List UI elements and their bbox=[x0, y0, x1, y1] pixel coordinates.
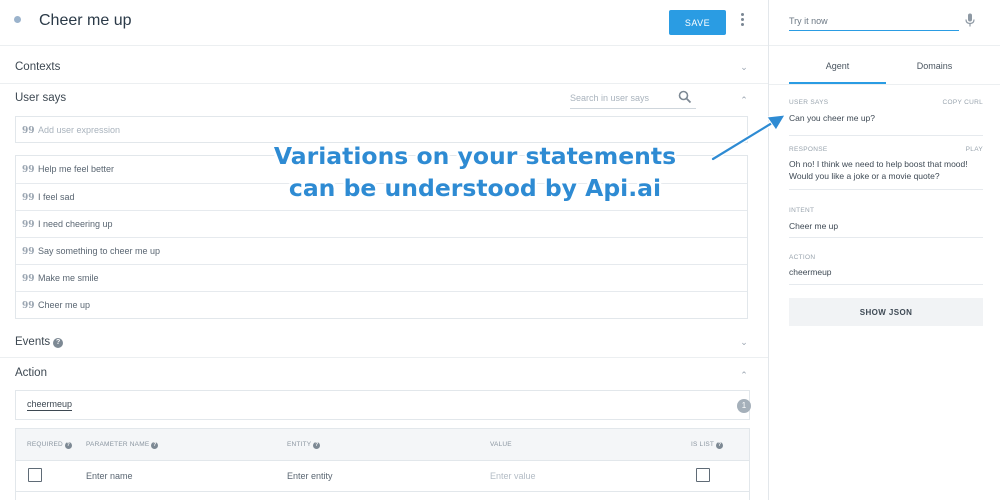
help-icon[interactable]: ? bbox=[53, 338, 64, 348]
divider bbox=[769, 84, 1000, 85]
expression-text[interactable]: Say something to cheer me up bbox=[38, 246, 160, 256]
action-value[interactable]: cheermeup bbox=[27, 399, 73, 411]
arrow-icon bbox=[710, 114, 786, 162]
help-icon[interactable]: ? bbox=[151, 442, 159, 449]
chevron-up-icon[interactable]: ⌃ bbox=[739, 95, 749, 105]
callout-line-1: Variations on your statements bbox=[273, 142, 677, 170]
try-it-bar: Try it now bbox=[769, 0, 1000, 46]
quote-icon: 99 bbox=[22, 193, 35, 203]
tab-domains[interactable]: Domains bbox=[886, 48, 983, 84]
action-block: ACTION cheermeup bbox=[789, 254, 983, 285]
callout-caption: Variations on your statements can be und… bbox=[230, 140, 720, 204]
divider bbox=[0, 357, 768, 358]
user-says-title[interactable]: User says bbox=[15, 92, 66, 104]
more-vert-icon[interactable] bbox=[739, 13, 745, 29]
col-required: REQUIRED? bbox=[27, 441, 72, 449]
callout-line-2: can be understood by Api.ai bbox=[288, 174, 662, 202]
col-name-label: PARAMETER NAME bbox=[86, 441, 150, 448]
help-icon[interactable]: ? bbox=[64, 442, 72, 449]
action-result-value: cheermeup bbox=[789, 267, 832, 277]
parameters-table: REQUIRED? PARAMETER NAME? ENTITY? VALUE … bbox=[15, 428, 750, 500]
search-placeholder: Search in user says bbox=[570, 93, 650, 103]
user-says-value: Can you cheer me up? bbox=[789, 113, 875, 123]
search-icon[interactable] bbox=[678, 90, 692, 104]
show-json-button[interactable]: SHOW JSON bbox=[789, 298, 983, 326]
tab-agent[interactable]: Agent bbox=[789, 48, 886, 84]
expression-text[interactable]: Help me feel better bbox=[38, 164, 114, 174]
intent-label: INTENT bbox=[789, 207, 815, 214]
events-title[interactable]: Events? bbox=[15, 336, 64, 348]
play-link[interactable]: PLAY bbox=[966, 146, 983, 153]
copy-curl-link[interactable]: COPY CURL bbox=[942, 99, 983, 106]
user-says-block: USER SAYS COPY CURL Can you cheer me up? bbox=[789, 99, 983, 136]
microphone-icon[interactable] bbox=[965, 13, 975, 27]
console-tabs: Agent Domains bbox=[789, 48, 979, 84]
intent-block: INTENT Cheer me up bbox=[789, 207, 983, 238]
quote-icon: 99 bbox=[22, 274, 35, 284]
intent-header: Cheer me up SAVE bbox=[0, 0, 768, 46]
col-value: VALUE bbox=[490, 441, 512, 448]
parameter-name-input[interactable]: Enter name bbox=[86, 471, 133, 481]
required-checkbox[interactable] bbox=[28, 468, 42, 482]
expression-text[interactable]: I feel sad bbox=[38, 192, 75, 202]
quote-icon: 99 bbox=[22, 165, 35, 175]
test-console: Try it now Agent Domains USER SAYS COPY … bbox=[768, 0, 1000, 500]
quote-icon: 99 bbox=[22, 126, 35, 136]
col-required-label: REQUIRED bbox=[27, 441, 63, 448]
chevron-down-icon[interactable]: ⌄ bbox=[739, 337, 749, 347]
try-it-placeholder: Try it now bbox=[789, 16, 828, 26]
value-input[interactable]: Enter value bbox=[490, 471, 536, 481]
chevron-up-icon[interactable]: ⌃ bbox=[739, 370, 749, 380]
divider bbox=[15, 491, 750, 492]
divider bbox=[0, 83, 768, 84]
expression-row[interactable]: 99 Cheer me up bbox=[16, 291, 747, 318]
expression-row[interactable]: 99 Make me smile bbox=[16, 264, 747, 291]
parameters-header: REQUIRED? PARAMETER NAME? ENTITY? VALUE … bbox=[16, 429, 749, 461]
intent-title[interactable]: Cheer me up bbox=[39, 12, 132, 30]
response-label: RESPONSE bbox=[789, 146, 828, 153]
user-says-label: USER SAYS bbox=[789, 99, 829, 106]
entity-input[interactable]: Enter entity bbox=[287, 471, 333, 481]
help-icon[interactable]: ? bbox=[716, 442, 724, 449]
save-button[interactable]: SAVE bbox=[669, 10, 726, 35]
expression-row[interactable]: 99 I need cheering up bbox=[16, 210, 747, 237]
intent-editor: Cheer me up SAVE Contexts ⌄ User says Se… bbox=[0, 0, 768, 500]
user-says-search[interactable]: Search in user says bbox=[570, 89, 696, 109]
action-label: ACTION bbox=[789, 254, 816, 261]
col-parameter-name: PARAMETER NAME? bbox=[86, 441, 159, 449]
expression-row[interactable]: 99 Say something to cheer me up bbox=[16, 237, 747, 264]
expression-text[interactable]: Cheer me up bbox=[38, 300, 90, 310]
expression-text[interactable]: Make me smile bbox=[38, 273, 99, 283]
add-expression-placeholder: Add user expression bbox=[38, 125, 121, 135]
response-block: RESPONSE PLAY Oh no! I think we need to … bbox=[789, 146, 983, 190]
add-expression-field[interactable]: 99 Add user expression bbox=[15, 116, 748, 143]
events-label: Events bbox=[15, 336, 51, 348]
quote-icon: 99 bbox=[22, 220, 35, 230]
intent-dot-icon bbox=[14, 16, 21, 23]
try-it-input[interactable]: Try it now bbox=[789, 11, 959, 31]
chevron-down-icon[interactable]: ⌄ bbox=[739, 62, 749, 72]
col-is-list: IS LIST? bbox=[691, 441, 724, 449]
col-entity: ENTITY? bbox=[287, 441, 321, 449]
col-entity-label: ENTITY bbox=[287, 441, 312, 448]
help-icon[interactable]: ? bbox=[313, 442, 321, 449]
response-value: Oh no! I think we need to help boost tha… bbox=[789, 159, 968, 181]
intent-value[interactable]: Cheer me up bbox=[789, 220, 838, 232]
expression-text[interactable]: I need cheering up bbox=[38, 219, 113, 229]
action-field[interactable]: cheermeup bbox=[15, 390, 750, 420]
quote-icon: 99 bbox=[22, 247, 35, 257]
contexts-title[interactable]: Contexts bbox=[15, 61, 60, 73]
quote-icon: 99 bbox=[22, 301, 35, 311]
is-list-checkbox[interactable] bbox=[696, 468, 710, 482]
action-badge: 1 bbox=[737, 399, 751, 413]
action-title[interactable]: Action bbox=[15, 367, 47, 379]
col-is-list-label: IS LIST bbox=[691, 441, 715, 448]
